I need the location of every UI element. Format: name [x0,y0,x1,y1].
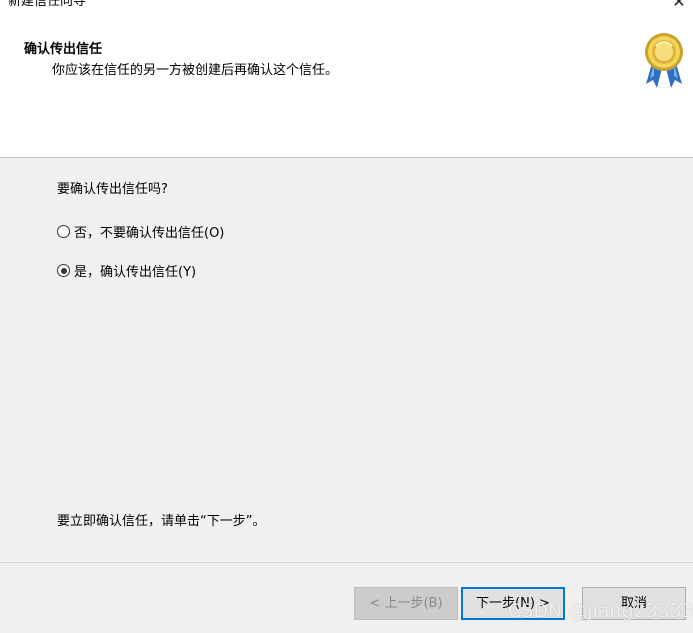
next-step-hint: 要立即确认信任，请单击“下一步”。 [57,514,266,529]
wizard-content: 要确认传出信任吗? 否，不要确认传出信任(O) 是，确认传出信任(Y) 要立即确… [0,158,693,562]
new-trust-wizard-dialog: 新建信任向导 ✕ 确认传出信任 你应该在信任的另一方被创建后再确认这个信任。 要… [0,0,693,633]
title-bar: 新建信任向导 ✕ [0,0,693,20]
radio-checked-icon[interactable] [57,264,70,277]
window-title: 新建信任向导 [8,0,87,9]
close-icon[interactable]: ✕ [665,0,693,14]
wizard-header: 确认传出信任 你应该在信任的另一方被创建后再确认这个信任。 [0,20,693,157]
back-button[interactable]: < 上一步(B) [354,587,458,620]
radio-option-no[interactable]: 否，不要确认传出信任(O) [57,222,224,241]
radio-option-yes-label: 是，确认传出信任(Y) [74,265,197,280]
radio-option-no-label: 否，不要确认传出信任(O) [74,226,225,241]
footer-divider [0,562,693,563]
confirm-question: 要确认传出信任吗? [57,182,168,197]
cancel-button[interactable]: 取消 [582,587,686,620]
page-subtitle: 你应该在信任的另一方被创建后再确认这个信任。 [52,63,339,78]
next-button[interactable]: 下一步(N) > [461,587,565,620]
radio-unchecked-icon[interactable] [57,225,70,238]
radio-option-yes[interactable]: 是，确认传出信任(Y) [57,261,196,280]
certificate-award-icon [645,33,683,88]
page-title: 确认传出信任 [24,42,103,57]
